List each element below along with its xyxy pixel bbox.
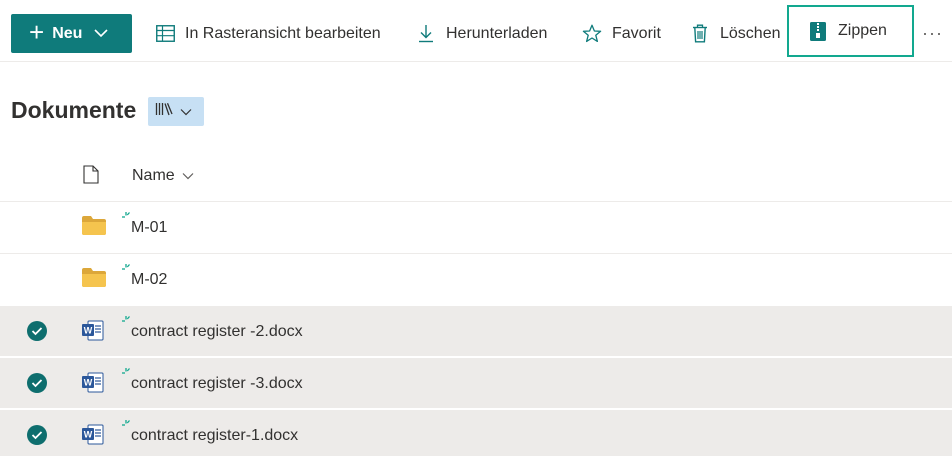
file-name-link[interactable]: contract register -3.docx: [131, 375, 303, 393]
zip-label: Zippen: [838, 22, 887, 39]
file-type-icon[interactable]: [83, 165, 99, 189]
download-button[interactable]: Herunterladen: [416, 14, 547, 53]
star-icon: [582, 24, 602, 44]
chevron-down-icon: [182, 172, 194, 180]
edit-grid-view-button[interactable]: In Rasteransicht bearbeiten: [155, 14, 381, 53]
view-switcher-button[interactable]: [148, 97, 204, 126]
file-name-link[interactable]: M-01: [131, 219, 167, 237]
more-icon: ···: [922, 23, 943, 43]
edit-grid-view-label: In Rasteransicht bearbeiten: [185, 24, 381, 42]
download-icon: [416, 24, 436, 44]
grid-icon: [155, 24, 175, 44]
folder-icon: [82, 216, 106, 240]
list-row[interactable]: W contract register -3.docx: [0, 357, 952, 408]
new-item-icon: [121, 260, 131, 278]
chevron-down-icon: [94, 29, 108, 38]
svg-text:W: W: [84, 378, 93, 388]
delete-button[interactable]: Löschen: [690, 14, 781, 53]
zip-icon: [808, 21, 828, 41]
word-document-icon: W: [82, 424, 104, 450]
file-name-link[interactable]: contract register-1.docx: [131, 427, 298, 445]
row-checkmark-icon[interactable]: [27, 373, 47, 393]
command-bar: + Neu In Rasteransicht bearbeiten Herunt…: [0, 0, 952, 62]
list-row[interactable]: W contract register-1.docx: [0, 409, 952, 456]
zip-button[interactable]: Zippen: [787, 5, 914, 57]
new-item-icon: [121, 416, 131, 434]
favorite-button[interactable]: Favorit: [582, 14, 661, 53]
svg-text:W: W: [84, 326, 93, 336]
new-item-icon: [121, 208, 131, 226]
favorite-label: Favorit: [612, 24, 661, 42]
plus-icon: +: [29, 17, 45, 47]
page-title: Dokumente: [11, 97, 137, 123]
delete-label: Löschen: [720, 24, 781, 42]
column-header-name-label: Name: [132, 167, 175, 184]
list-row[interactable]: M-01: [0, 201, 952, 252]
row-checkmark-icon[interactable]: [27, 321, 47, 341]
svg-text:W: W: [84, 430, 93, 440]
more-options-button[interactable]: ···: [922, 14, 943, 53]
library-icon: [155, 102, 174, 121]
new-button[interactable]: + Neu: [11, 14, 132, 53]
trash-icon: [690, 24, 710, 44]
column-header-name[interactable]: Name: [132, 167, 194, 185]
file-name-link[interactable]: contract register -2.docx: [131, 323, 303, 341]
word-document-icon: W: [82, 320, 104, 346]
new-item-icon: [121, 312, 131, 330]
row-checkmark-icon[interactable]: [27, 425, 47, 445]
new-item-icon: [121, 364, 131, 382]
list-row[interactable]: W contract register -2.docx: [0, 305, 952, 356]
list-header: Name: [0, 152, 952, 200]
word-document-icon: W: [82, 372, 104, 398]
new-button-label: Neu: [52, 24, 83, 42]
file-name-link[interactable]: M-02: [131, 271, 167, 289]
chevron-down-icon: [180, 108, 192, 116]
folder-icon: [82, 268, 106, 292]
download-label: Herunterladen: [446, 24, 548, 42]
list-row[interactable]: M-02: [0, 253, 952, 304]
